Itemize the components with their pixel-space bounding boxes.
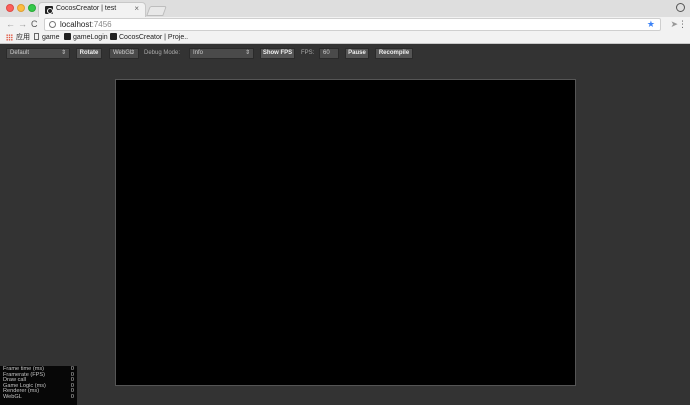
pause-button[interactable]: Pause xyxy=(345,48,369,59)
bookmark-star-icon[interactable]: ★ xyxy=(647,19,655,30)
bookmark-game[interactable]: game xyxy=(34,33,60,43)
debug-mode-label: Debug Mode: xyxy=(144,50,181,56)
profile-icon[interactable] xyxy=(676,3,685,12)
recompile-button[interactable]: Recompile xyxy=(375,48,413,59)
select-arrow-icon: ⇕ xyxy=(244,50,250,56)
debug-mode-select[interactable]: Info ⇕ xyxy=(189,48,254,59)
browser-tab-active[interactable]: CocosCreator | test × xyxy=(38,2,146,17)
renderer-select[interactable]: WebGL ⇕ xyxy=(109,48,139,59)
bookmark-cocoscreator-label: CocosCreator | Proje.. xyxy=(119,34,189,41)
new-tab-button[interactable] xyxy=(146,6,167,16)
forward-button[interactable]: → xyxy=(18,18,27,30)
cocos-icon xyxy=(110,33,117,40)
browser-toolbar: ← → C localhost:7456 ★ xyxy=(0,17,690,32)
bookmarks-bar: 应用 game gameLogin CocosCreator | Proje.. xyxy=(0,32,690,44)
stat-label: WebGL xyxy=(3,393,22,400)
extension-icon[interactable]: ➤ xyxy=(670,19,678,30)
bookmark-cocoscreator[interactable]: CocosCreator | Proje.. xyxy=(110,33,188,43)
url-port: :7456 xyxy=(91,20,112,29)
back-button[interactable]: ← xyxy=(6,18,15,30)
url-host: localhost xyxy=(60,20,92,29)
address-bar[interactable]: localhost:7456 ★ xyxy=(44,18,661,31)
stat-row: WebGL 0 xyxy=(3,393,74,401)
show-fps-button[interactable]: Show FPS xyxy=(260,48,295,59)
preview-toolbar: Default ⇕ Rotate WebGL ⇕ Debug Mode: Inf… xyxy=(0,45,690,64)
bookmark-apps[interactable]: 应用 xyxy=(16,33,30,43)
maximize-window-button[interactable] xyxy=(28,4,36,12)
close-window-button[interactable] xyxy=(6,4,14,12)
tab-title: CocosCreator | test xyxy=(56,5,117,12)
select-arrow-icon: ⇕ xyxy=(60,50,66,56)
browser-tab-strip: CocosCreator | test × xyxy=(0,0,690,17)
apps-grid-icon xyxy=(6,34,13,41)
debug-mode-value: Info xyxy=(193,50,204,56)
profiler-stats: Frame time (ms) 0 Framerate (FPS) 0 Draw c… xyxy=(0,366,77,405)
cocos-favicon-icon xyxy=(45,6,53,14)
url-text: localhost:7456 xyxy=(60,20,112,30)
minimize-window-button[interactable] xyxy=(17,4,25,12)
bookmark-game-label: game xyxy=(42,34,60,41)
stat-value: 0 xyxy=(70,393,74,400)
select-arrow-icon: ⇕ xyxy=(129,50,135,56)
rotate-button[interactable]: Rotate xyxy=(76,48,102,59)
device-select[interactable]: Default ⇕ xyxy=(6,48,70,59)
site-info-icon[interactable] xyxy=(49,21,56,28)
bookmark-gamelogin-label: gameLogin xyxy=(73,34,108,41)
device-select-value: Default xyxy=(10,50,30,56)
game-canvas[interactable] xyxy=(115,79,576,386)
cocos-icon xyxy=(64,33,71,40)
tab-close-icon[interactable]: × xyxy=(134,4,139,13)
browser-menu-icon[interactable]: ⋮ xyxy=(678,19,687,29)
page-icon xyxy=(34,33,39,40)
reload-button[interactable]: C xyxy=(31,18,38,30)
fps-label: FPS: xyxy=(301,50,315,56)
bookmark-gamelogin[interactable]: gameLogin xyxy=(64,33,108,43)
fps-input[interactable]: 60 xyxy=(319,48,339,59)
